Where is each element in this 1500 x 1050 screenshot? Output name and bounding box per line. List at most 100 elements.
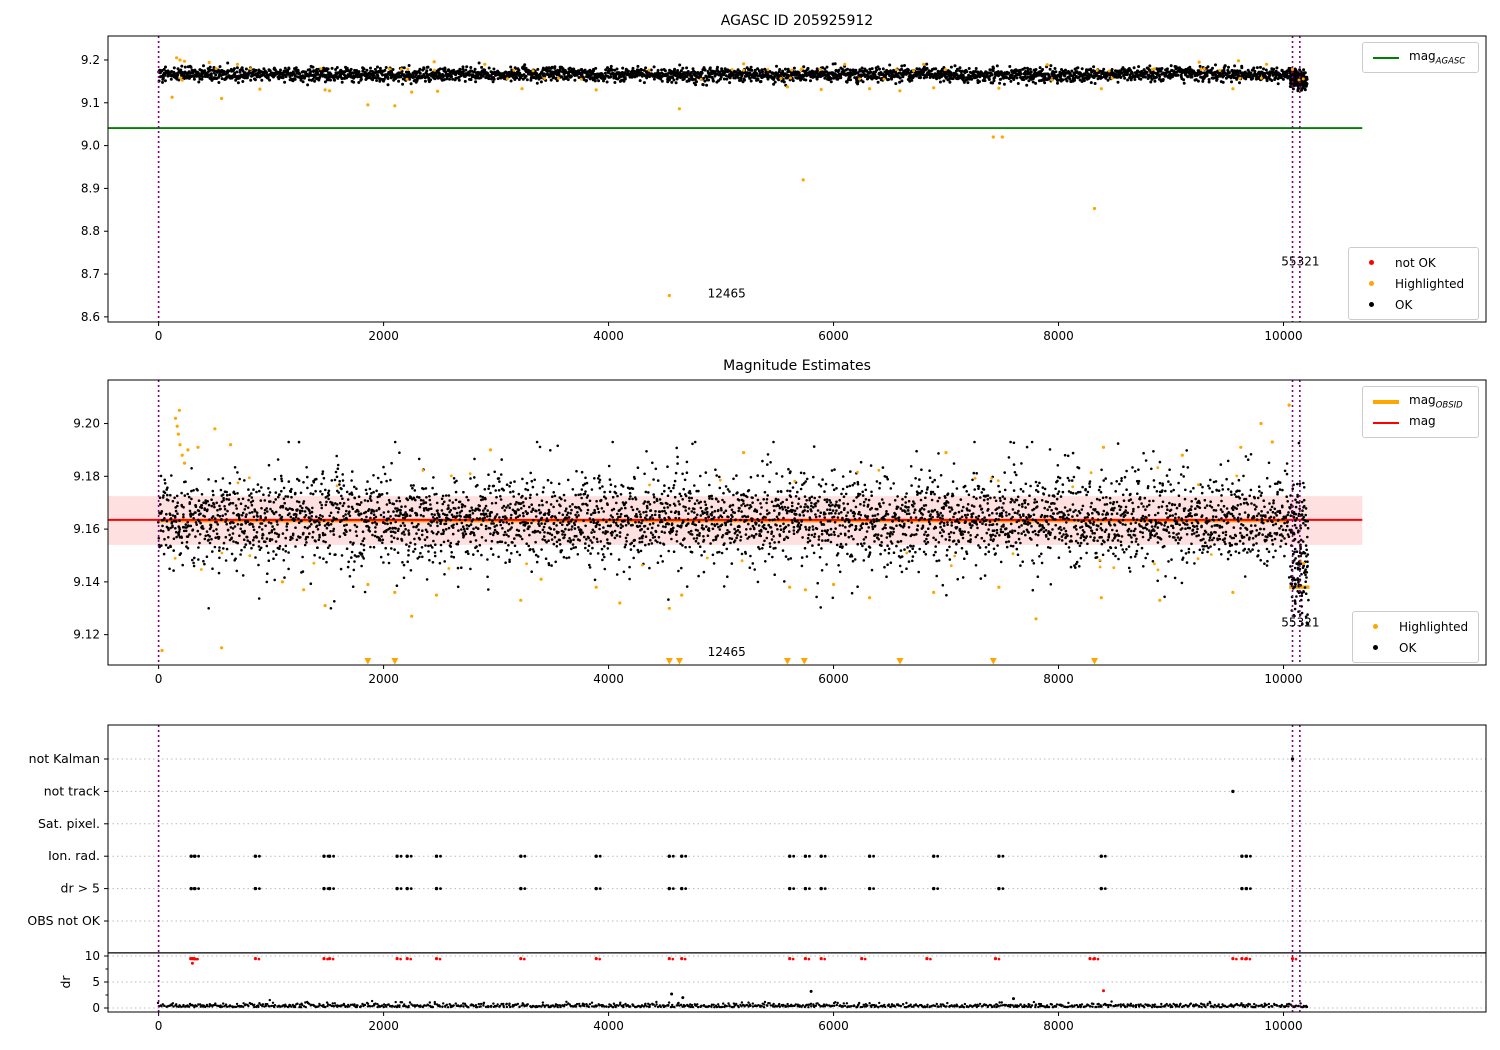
ok-point [407, 553, 410, 557]
ok-point [539, 511, 543, 514]
ok-point [473, 533, 476, 537]
ok-point [601, 553, 605, 556]
ok-point [1064, 68, 1067, 72]
ok-point [318, 521, 321, 524]
ok-point [189, 524, 193, 528]
ok-point [284, 544, 288, 548]
ok-point [1262, 67, 1265, 71]
ok-point [327, 497, 330, 501]
ok-point [236, 471, 239, 474]
ok-point [1023, 66, 1027, 70]
highlighted-point [1000, 135, 1004, 139]
ok-point [159, 529, 163, 532]
ok-point [248, 494, 251, 497]
ok-point [362, 537, 366, 540]
ok-point [638, 524, 642, 528]
ok-point [503, 509, 507, 512]
ok-point [402, 576, 406, 580]
ok-point [635, 512, 638, 516]
ok-point [433, 513, 436, 516]
ok-point [548, 510, 551, 514]
ok-point [1048, 67, 1052, 71]
ok-point [266, 76, 270, 79]
y-tick-label: 8.7 [81, 267, 100, 281]
ok-point [274, 553, 278, 556]
ok-point [252, 528, 256, 532]
ok-point [320, 506, 324, 510]
highlighted-point [1290, 67, 1295, 71]
ok-point [192, 489, 195, 492]
ok-point [632, 544, 636, 548]
plots-svg: 12465553210 2000 4000 6000 8000 100008.68.78.… [27, 35, 1487, 1033]
ok-point [494, 515, 497, 518]
highlighted-point [175, 56, 179, 60]
ok-point [974, 67, 978, 70]
ok-point [487, 473, 490, 477]
ok-point [1182, 78, 1186, 82]
ok-point [267, 559, 271, 562]
ok-point [910, 78, 914, 82]
ok-point [210, 504, 214, 508]
highlighted-point [483, 62, 487, 66]
ok-point [597, 79, 601, 83]
ok-point [1149, 80, 1153, 84]
ok-point [743, 78, 746, 82]
highlighted-point [1099, 87, 1103, 91]
ok-point [421, 555, 424, 559]
ok-point [1102, 67, 1106, 71]
ok-point [536, 555, 540, 558]
ok-point [672, 550, 676, 553]
ok-point [167, 546, 170, 549]
ok-point [244, 67, 248, 71]
ok-point [283, 66, 287, 70]
ok-point [188, 509, 192, 513]
ok-point [554, 516, 558, 520]
ok-point [367, 508, 371, 511]
ok-point [163, 79, 167, 83]
ok-point [212, 529, 215, 533]
ok-point [250, 503, 254, 507]
ok-point [1233, 64, 1237, 68]
ok-point [440, 497, 444, 501]
ok-point [354, 530, 358, 533]
ok-point [340, 487, 343, 491]
highlighted-point [785, 85, 790, 89]
ok-point [469, 66, 473, 69]
ok-point [451, 526, 455, 529]
ok-point [279, 68, 282, 72]
ok-point [225, 490, 228, 494]
ok-point [352, 568, 356, 572]
ok-point [1272, 67, 1276, 71]
ok-point [385, 503, 389, 506]
ok-point [214, 536, 217, 539]
highlighted-point [1236, 59, 1241, 63]
ok-point [725, 77, 729, 81]
ok-point [534, 540, 537, 544]
ok-point [496, 540, 500, 544]
ok-point [341, 479, 345, 482]
ok-point [301, 509, 304, 513]
ok-point [528, 496, 532, 500]
ok-point [252, 538, 255, 542]
ok-point [337, 507, 341, 510]
ok-point [467, 73, 471, 77]
ok-point [384, 66, 388, 69]
ok-point [492, 522, 495, 525]
ok-point [521, 494, 524, 498]
ok-point [510, 526, 513, 529]
ok-point [221, 514, 224, 517]
ok-point [393, 548, 396, 551]
ok-point [264, 540, 267, 544]
ok-point [205, 530, 209, 533]
ok-point [451, 532, 455, 536]
ok-point [663, 531, 666, 534]
ok-point [209, 72, 213, 76]
highlighted-point [531, 69, 535, 73]
ok-point [518, 514, 521, 517]
ok-point [326, 67, 330, 71]
ok-point [837, 68, 841, 72]
highlighted-point [1238, 76, 1242, 80]
ok-point [183, 494, 187, 497]
ok-point [169, 513, 172, 516]
ok-point [358, 503, 362, 507]
